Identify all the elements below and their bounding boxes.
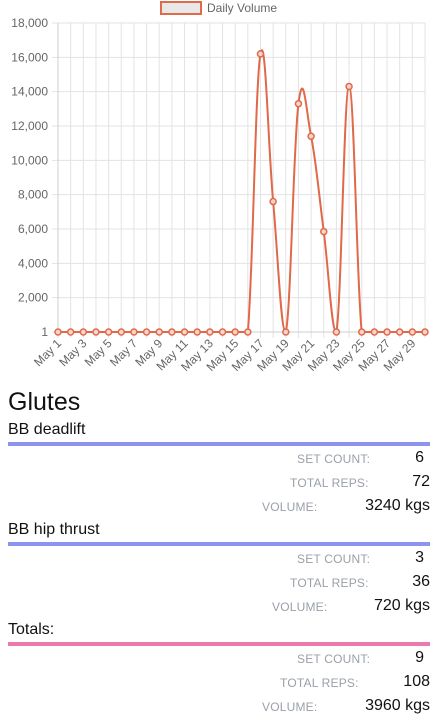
data-point bbox=[345, 82, 353, 91]
y-tick-label: 2,000 bbox=[18, 291, 48, 305]
data-point bbox=[180, 328, 189, 336]
y-tick-label: 4,000 bbox=[18, 256, 48, 270]
exercise-divider bbox=[8, 542, 430, 546]
total-reps-value: 108 bbox=[403, 673, 430, 690]
exercise-divider bbox=[8, 442, 430, 446]
data-point bbox=[320, 227, 328, 236]
series-line bbox=[58, 49, 425, 334]
data-point bbox=[307, 132, 315, 141]
set-count-label: SET COUNT: bbox=[297, 452, 371, 466]
totals-heading: Totals: bbox=[8, 621, 55, 638]
volume-value: 3240 kgs bbox=[365, 497, 430, 514]
section-title: Glutes bbox=[8, 388, 81, 416]
data-point bbox=[79, 328, 88, 336]
data-point bbox=[206, 328, 214, 336]
volume-label: VOLUME: bbox=[272, 600, 328, 614]
data-point bbox=[256, 50, 265, 58]
set-count-value: 6 bbox=[415, 449, 424, 466]
data-point bbox=[104, 328, 113, 336]
y-tick-label: 16,000 bbox=[11, 50, 48, 64]
data-point bbox=[357, 328, 366, 336]
x-tick-label: May 7 bbox=[107, 336, 140, 369]
x-tick-label: May 1 bbox=[31, 336, 64, 369]
data-point bbox=[92, 328, 100, 336]
volume-label: VOLUME: bbox=[262, 700, 318, 714]
data-point bbox=[54, 328, 62, 336]
data-point bbox=[408, 328, 417, 336]
volume-label: VOLUME: bbox=[262, 500, 318, 514]
volume-value: 720 kgs bbox=[373, 597, 430, 614]
set-count-value: 3 bbox=[415, 549, 424, 566]
y-tick-label: 10,000 bbox=[11, 153, 48, 167]
legend-label: Daily Volume bbox=[207, 1, 277, 15]
set-count-value: 9 bbox=[415, 649, 424, 666]
y-tick-label: 12,000 bbox=[11, 119, 48, 133]
y-tick-label: 8,000 bbox=[18, 188, 48, 202]
data-point bbox=[383, 328, 391, 336]
data-point bbox=[117, 328, 126, 336]
total-reps-label: TOTAL REPS: bbox=[290, 476, 369, 490]
data-point bbox=[130, 328, 138, 336]
x-tick-label: May 5 bbox=[82, 336, 115, 369]
y-tick-label: 14,000 bbox=[11, 85, 48, 99]
data-point bbox=[421, 328, 429, 336]
data-point bbox=[218, 328, 227, 336]
set-count-label: SET COUNT: bbox=[297, 652, 371, 666]
data-point bbox=[269, 197, 277, 206]
total-reps-value: 36 bbox=[412, 573, 430, 590]
total-reps-label: TOTAL REPS: bbox=[290, 576, 369, 590]
daily-volume-chart: 12,0004,0006,0008,00010,00012,00014,0001… bbox=[11, 1, 429, 374]
data-point bbox=[142, 328, 151, 336]
data-point bbox=[332, 328, 341, 336]
x-tick-label: May 3 bbox=[56, 336, 89, 369]
data-point bbox=[294, 99, 303, 108]
y-tick-label: 18,000 bbox=[11, 16, 48, 30]
data-point bbox=[395, 328, 404, 336]
data-point bbox=[168, 328, 176, 336]
data-point bbox=[370, 328, 379, 336]
y-tick-label: 6,000 bbox=[18, 222, 48, 236]
volume-value: 3960 kgs bbox=[365, 697, 430, 714]
data-point bbox=[66, 328, 75, 336]
data-point bbox=[244, 328, 252, 336]
exercise-name: BB hip thrust bbox=[8, 521, 100, 538]
data-point bbox=[231, 328, 239, 336]
data-point bbox=[155, 328, 163, 336]
totals-divider bbox=[8, 642, 430, 646]
total-reps-label: TOTAL REPS: bbox=[280, 676, 359, 690]
exercise-name: BB deadlift bbox=[8, 421, 86, 438]
y-tick-label: 1 bbox=[41, 325, 48, 339]
total-reps-value: 72 bbox=[412, 473, 430, 490]
data-point bbox=[193, 328, 201, 336]
set-count-label: SET COUNT: bbox=[297, 552, 371, 566]
legend-swatch bbox=[160, 1, 202, 15]
data-point bbox=[282, 328, 290, 336]
